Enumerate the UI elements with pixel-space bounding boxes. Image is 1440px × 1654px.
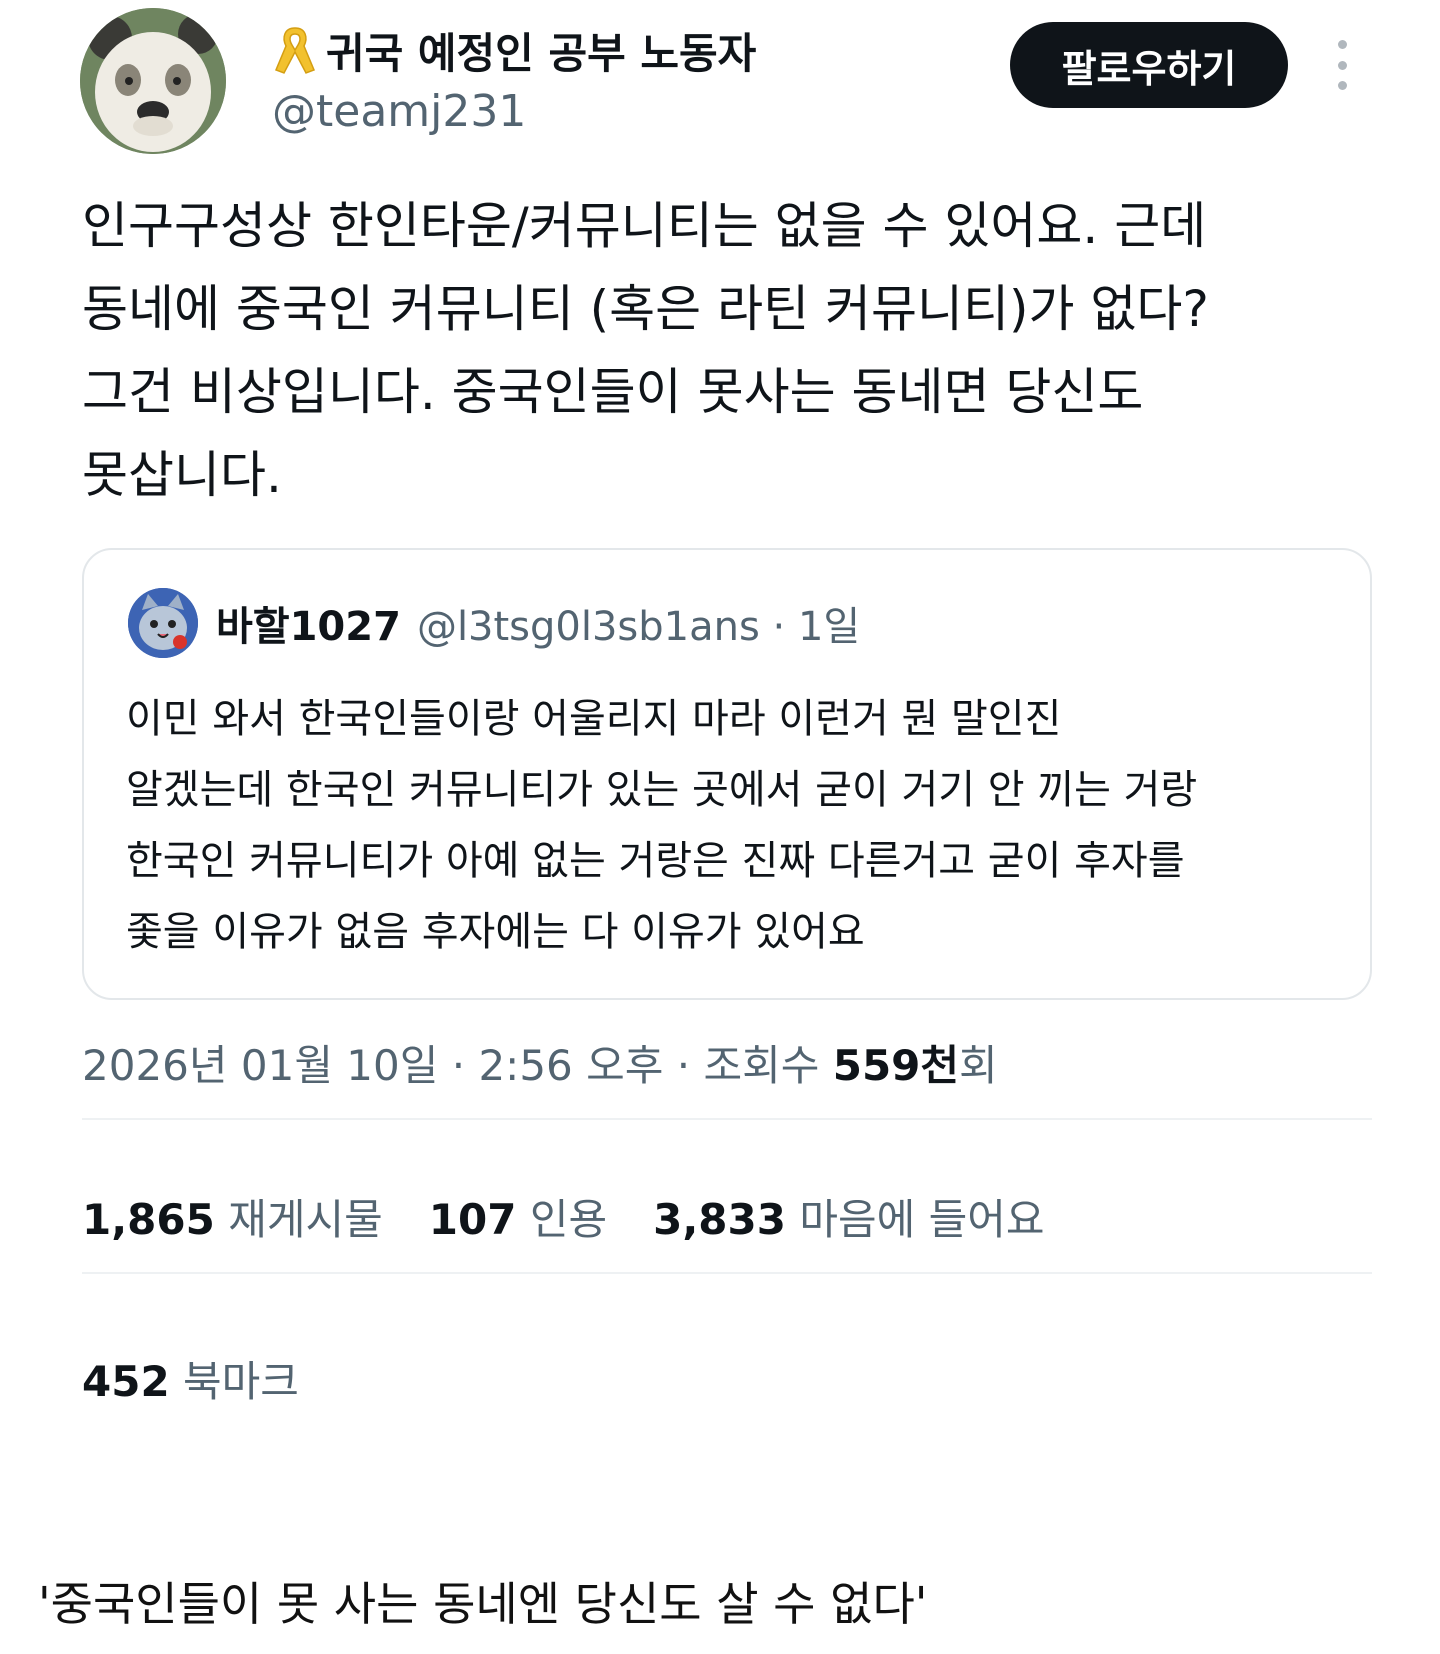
like-label: 마음에 들어요: [799, 1195, 1045, 1244]
image-caption: '중국인들이 못 사는 동네엔 당신도 살 수 없다': [38, 1577, 928, 1631]
quoted-tweet-text: 이민 와서 한국인들이랑 어울리지 마라 이런거 뭔 말인진 알겠는데 한국인 …: [126, 696, 1198, 955]
divider: [82, 1272, 1372, 1274]
author-display-name[interactable]: 귀국 예정인 공부 노동자: [272, 20, 756, 80]
like-count: 3,833: [653, 1195, 786, 1244]
author-avatar[interactable]: [80, 8, 226, 154]
engagement-stats: 1,865 재게시물 107 인용 3,833 마음에 들어요: [82, 1186, 1091, 1247]
retweet-stat[interactable]: 1,865 재게시물: [82, 1186, 383, 1247]
divider: [82, 1118, 1372, 1120]
panda-avatar-image: [80, 8, 226, 154]
bookmark-label: 북마크: [183, 1357, 299, 1406]
tweet-meta: 2026년 01월 10일 · 2:56 오후 · 조회수 559천회: [82, 1032, 998, 1093]
bookmark-stat[interactable]: 452 북마크: [82, 1348, 299, 1409]
yellow-ribbon-icon: [275, 27, 315, 74]
quote-label: 인용: [529, 1195, 608, 1244]
retweet-count: 1,865: [82, 1195, 215, 1244]
more-vertical-icon[interactable]: [1332, 40, 1352, 90]
quote-count: 107: [428, 1195, 517, 1244]
retweet-label: 재게시물: [228, 1195, 383, 1244]
quoted-author-name: 바할1027: [216, 604, 401, 650]
bookmark-count: 452: [82, 1357, 170, 1406]
quoted-tweet-card[interactable]: 바할1027 @l3tsg0l3sb1ans · 1일 이민 와서 한국인들이랑…: [82, 548, 1372, 1000]
follow-button[interactable]: 팔로우하기: [1010, 22, 1288, 108]
cat-avatar-image: [128, 588, 198, 658]
quoted-author-handle-time: @l3tsg0l3sb1ans · 1일: [416, 604, 861, 650]
quoted-tweet-header: 바할1027 @l3tsg0l3sb1ans · 1일: [216, 588, 860, 658]
display-name-text: 귀국 예정인 공부 노동자: [326, 28, 757, 78]
tweet-text: 인구구성상 한인타운/커뮤니티는 없을 수 있어요. 근데 동네에 중국인 커뮤…: [82, 197, 1209, 504]
like-stat[interactable]: 3,833 마음에 들어요: [653, 1186, 1044, 1247]
quoted-author-avatar: [128, 588, 198, 658]
author-handle[interactable]: @teamj231: [272, 86, 526, 137]
view-count-suffix: 회: [959, 1041, 998, 1090]
view-count: 559천: [832, 1041, 960, 1090]
quote-stat[interactable]: 107 인용: [429, 1186, 607, 1247]
tweet-timestamp[interactable]: 2026년 01월 10일 · 2:56 오후 · 조회수: [82, 1041, 833, 1090]
